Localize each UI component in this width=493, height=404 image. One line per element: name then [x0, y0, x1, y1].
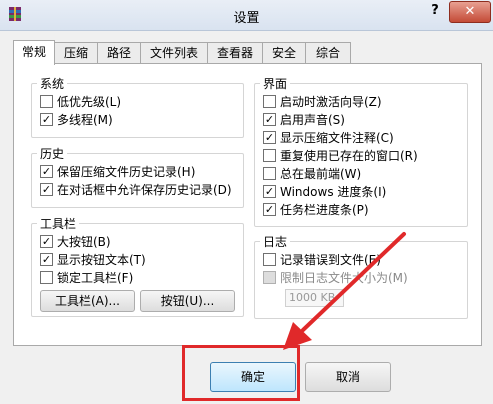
tab-security[interactable]: 安全: [262, 42, 306, 63]
tab-viewer[interactable]: 查看器: [207, 42, 263, 63]
limit-log-size-option: 限制日志文件大小为(M): [263, 269, 408, 286]
title-bar: 设置 ? ✕: [0, 0, 493, 31]
show-button-text-label: 显示按钮文本(T): [57, 253, 146, 267]
always-on-top-label: 总在最前端(W): [280, 167, 362, 181]
limit-log-size-label: 限制日志文件大小为(M): [280, 271, 408, 285]
log-errors-label: 记录错误到文件(E): [280, 253, 381, 267]
keep-archive-history-checkbox[interactable]: ✓: [40, 165, 53, 178]
buttons-settings-button[interactable]: 按钮(U)...: [140, 290, 235, 312]
taskbar-progress-label: 任务栏进度条(P): [280, 203, 369, 217]
low-priority-option[interactable]: 低优先级(L): [40, 93, 121, 110]
keep-archive-history-label: 保留压缩文件历史记录(H): [57, 165, 196, 179]
highlight-box: [182, 345, 300, 401]
show-archive-comment-label: 显示压缩文件注释(C): [280, 131, 394, 145]
general-tab-panel: 系统 低优先级(L) ✓ 多线程(M) 历史 ✓ 保留压缩文件历史记录(H) ✓…: [13, 63, 482, 346]
enable-sound-option[interactable]: ✓ 启用声音(S): [263, 111, 345, 128]
taskbar-progress-checkbox[interactable]: ✓: [263, 203, 276, 216]
log-group: 日志 记录错误到文件(E) 限制日志文件大小为(M) 1000 KB: [254, 233, 468, 319]
interface-group-title: 界面: [260, 75, 291, 92]
low-priority-label: 低优先级(L): [57, 95, 122, 109]
tab-compression[interactable]: 压缩: [54, 42, 98, 63]
interface-group: 界面 启动时激活向导(Z) ✓ 启用声音(S) ✓ 显示压缩文件注释(C) 重复…: [254, 75, 468, 227]
tab-miscellaneous[interactable]: 综合: [305, 42, 351, 63]
cancel-button[interactable]: 取消: [305, 362, 391, 392]
dialog-history-option[interactable]: ✓ 在对话框中允许保存历史记录(D): [40, 181, 232, 198]
log-group-title: 日志: [260, 233, 291, 250]
windows-progress-bar-option[interactable]: ✓ Windows 进度条(I): [263, 183, 386, 200]
reuse-window-label: 重复使用已存在的窗口(R): [280, 149, 418, 163]
multithreading-option[interactable]: ✓ 多线程(M): [40, 111, 113, 128]
keep-archive-history-option[interactable]: ✓ 保留压缩文件历史记录(H): [40, 163, 195, 180]
reuse-window-checkbox[interactable]: [263, 149, 276, 162]
system-group: 系统 低优先级(L) ✓ 多线程(M): [31, 75, 244, 138]
tab-paths[interactable]: 路径: [97, 42, 141, 63]
windows-progress-bar-checkbox[interactable]: ✓: [263, 185, 276, 198]
toolbar-group-title: 工具栏: [37, 215, 80, 232]
log-errors-option[interactable]: 记录错误到文件(E): [263, 251, 381, 268]
show-button-text-checkbox[interactable]: ✓: [40, 253, 53, 266]
toolbar-settings-button[interactable]: 工具栏(A)...: [40, 290, 135, 312]
multithreading-label: 多线程(M): [57, 113, 113, 127]
large-buttons-option[interactable]: ✓ 大按钮(B): [40, 233, 111, 250]
show-archive-comment-checkbox[interactable]: ✓: [263, 131, 276, 144]
enable-sound-label: 启用声音(S): [280, 113, 345, 127]
limit-log-size-checkbox: [263, 271, 276, 284]
show-archive-comment-option[interactable]: ✓ 显示压缩文件注释(C): [263, 129, 394, 146]
startup-wizard-label: 启动时激活向导(Z): [280, 95, 382, 109]
system-group-title: 系统: [37, 75, 68, 92]
dialog-history-checkbox[interactable]: ✓: [40, 183, 53, 196]
always-on-top-checkbox[interactable]: [263, 167, 276, 180]
window-title: 设置: [233, 11, 260, 26]
toolbar-group: 工具栏 ✓ 大按钮(B) ✓ 显示按钮文本(T) 锁定工具栏(F) 工具栏(A)…: [31, 215, 244, 317]
help-button[interactable]: ?: [428, 3, 442, 19]
always-on-top-option[interactable]: 总在最前端(W): [263, 165, 361, 182]
log-size-field: 1000 KB: [285, 289, 344, 307]
multithreading-checkbox[interactable]: ✓: [40, 113, 53, 126]
low-priority-checkbox[interactable]: [40, 95, 53, 108]
large-buttons-checkbox[interactable]: ✓: [40, 235, 53, 248]
lock-toolbar-label: 锁定工具栏(F): [57, 271, 134, 285]
tab-file-list[interactable]: 文件列表: [140, 42, 208, 63]
show-button-text-option[interactable]: ✓ 显示按钮文本(T): [40, 251, 146, 268]
history-group-title: 历史: [37, 145, 68, 162]
startup-wizard-checkbox[interactable]: [263, 95, 276, 108]
close-button[interactable]: ✕: [449, 1, 491, 23]
startup-wizard-option[interactable]: 启动时激活向导(Z): [263, 93, 382, 110]
history-group: 历史 ✓ 保留压缩文件历史记录(H) ✓ 在对话框中允许保存历史记录(D): [31, 145, 244, 208]
lock-toolbar-checkbox[interactable]: [40, 271, 53, 284]
lock-toolbar-option[interactable]: 锁定工具栏(F): [40, 269, 133, 286]
windows-progress-bar-label: Windows 进度条(I): [280, 185, 387, 199]
taskbar-progress-option[interactable]: ✓ 任务栏进度条(P): [263, 201, 369, 218]
tab-general[interactable]: 常规: [13, 40, 55, 65]
log-errors-checkbox[interactable]: [263, 253, 276, 266]
enable-sound-checkbox[interactable]: ✓: [263, 113, 276, 126]
large-buttons-label: 大按钮(B): [57, 235, 111, 249]
reuse-window-option[interactable]: 重复使用已存在的窗口(R): [263, 147, 418, 164]
dialog-history-label: 在对话框中允许保存历史记录(D): [57, 183, 232, 197]
